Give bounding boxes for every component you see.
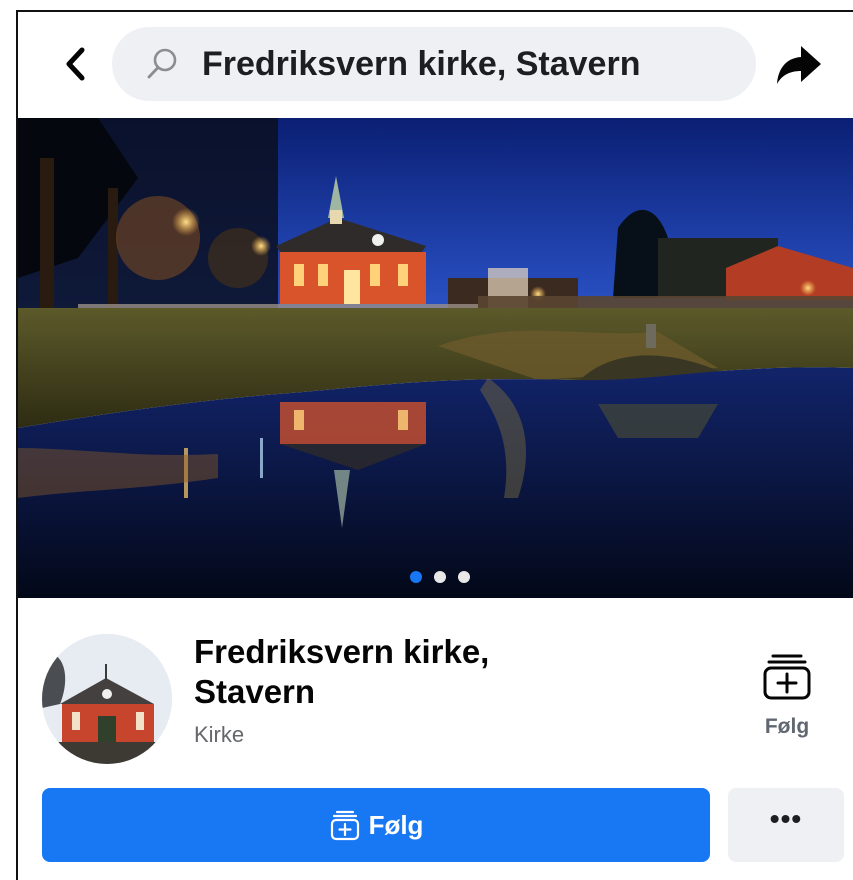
search-icon [147,48,177,79]
follow-side-label: Følg [764,715,810,738]
follow-button-label: Følg [368,809,424,840]
follow-side-button[interactable]: Følg [742,652,832,762]
search-query: Fredriksvern kirke, Stavern [202,45,641,83]
follow-button[interactable]: Følg [42,788,710,862]
carousel-dot-2[interactable] [434,571,446,583]
search-input[interactable]: Fredriksvern kirke, Stavern [112,27,756,101]
carousel-dots [410,571,470,583]
share-arrow-icon [777,46,821,84]
share-button[interactable] [774,40,824,90]
page-category: Kirke [194,722,245,747]
back-button[interactable] [58,42,92,86]
top-bar: Fredriksvern kirke, Stavern [18,12,853,119]
page-header: Fredriksvern kirke, Stavern Kirke Følg F… [18,598,853,880]
avatar[interactable] [42,634,172,764]
chevron-left-icon [66,47,85,81]
more-options-button[interactable]: ••• [728,788,844,862]
app-frame: Fredriksvern kirke, Stavern Fredriksvern… [16,10,853,880]
carousel-dot-1[interactable] [410,571,422,583]
page-title: Fredriksvern kirke, Stavern [194,633,490,710]
more-icon: ••• [769,803,803,834]
follow-plus-icon [330,810,359,841]
cover-photo[interactable] [18,118,853,598]
follow-plus-icon [763,654,811,700]
carousel-dot-3[interactable] [458,571,470,583]
